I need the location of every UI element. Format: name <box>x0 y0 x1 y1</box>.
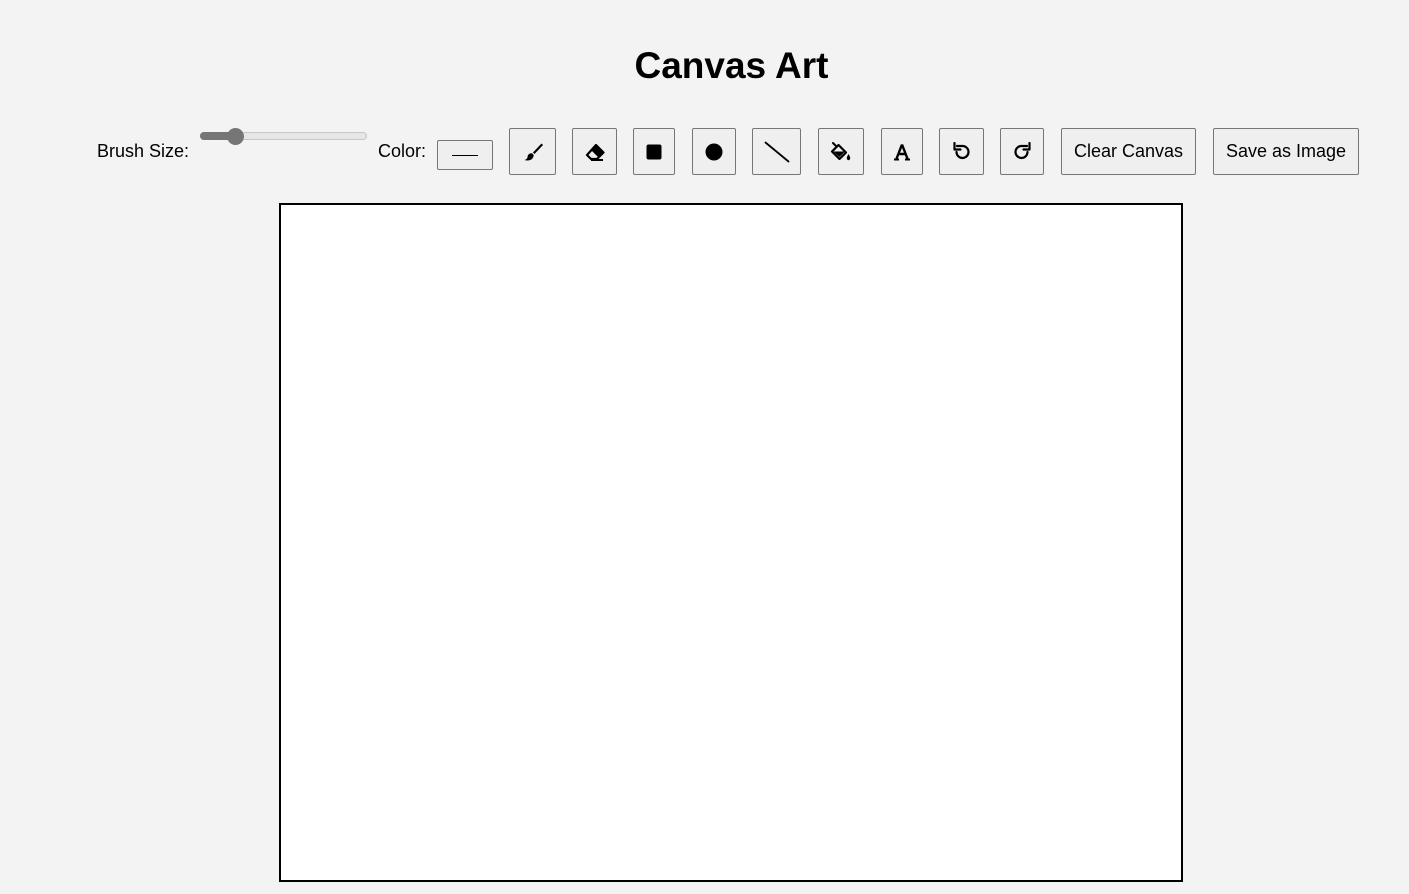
eraser-tool-button[interactable] <box>572 128 617 175</box>
save-image-button[interactable]: Save as Image <box>1213 128 1359 175</box>
line-tool-button[interactable] <box>752 128 801 175</box>
text-tool-button[interactable] <box>881 128 923 175</box>
brush-size-slider[interactable] <box>200 127 367 147</box>
page-title: Canvas Art <box>634 45 829 86</box>
brush-size-label: Brush Size: <box>97 141 190 161</box>
undo-icon <box>952 141 970 159</box>
clear-canvas-button[interactable]: Clear Canvas <box>1061 128 1196 175</box>
color-picker[interactable] <box>437 140 493 170</box>
paintbrush-icon <box>524 143 543 160</box>
square-icon <box>646 144 662 159</box>
eraser-icon <box>585 143 605 161</box>
undo-button[interactable] <box>939 128 984 175</box>
redo-button[interactable] <box>1000 128 1044 175</box>
page: Canvas Art Brush Size: Color: Clear Canv… <box>0 0 1409 894</box>
color-swatch-value <box>452 155 478 156</box>
fill-tool-button[interactable] <box>818 128 864 175</box>
line-icon <box>764 141 789 162</box>
brush-tool-button[interactable] <box>509 128 556 175</box>
drawing-canvas[interactable] <box>279 203 1183 882</box>
rectangle-tool-button[interactable] <box>633 128 675 175</box>
redo-icon <box>1014 141 1031 159</box>
circle-tool-button[interactable] <box>692 128 736 175</box>
slider-thumb[interactable] <box>227 128 244 145</box>
text-icon <box>894 143 910 160</box>
circle-icon <box>705 143 723 160</box>
color-label: Color: <box>378 141 427 161</box>
paint-bucket-icon <box>830 141 851 160</box>
